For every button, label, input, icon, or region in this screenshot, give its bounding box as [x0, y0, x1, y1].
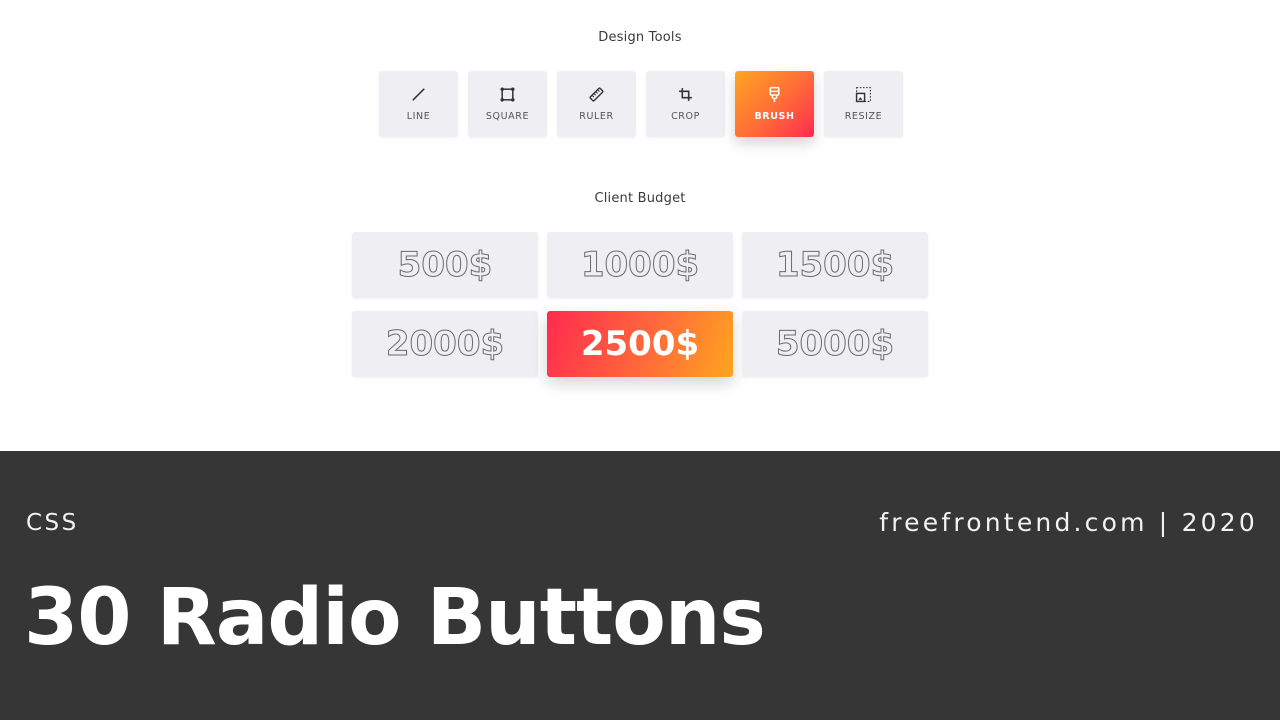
tool-radio-line[interactable]: LINE [379, 71, 458, 137]
site-credit: freefrontend.com | 2020 [879, 508, 1258, 537]
budget-radio-5000[interactable]: 5000$ [742, 311, 928, 377]
tool-radio-resize[interactable]: RESIZE [824, 71, 903, 137]
tool-label: BRUSH [754, 111, 795, 122]
line-icon [412, 88, 425, 101]
tool-radio-square[interactable]: SQUARE [468, 71, 547, 137]
design-tools-title: Design Tools [598, 30, 682, 45]
demo-area: Design Tools LINE SQUARE RULER CROP BRUS… [0, 0, 1280, 451]
budget-value: 1000$ [580, 245, 700, 286]
tool-label: SQUARE [485, 111, 530, 122]
budget-radio-1500[interactable]: 1500$ [742, 232, 928, 298]
resize-icon [855, 87, 871, 103]
headline: 30 Radio Buttons [24, 573, 766, 663]
budget-radio-2000[interactable]: 2000$ [352, 311, 538, 377]
tool-label: RULER [579, 111, 614, 122]
title-banner: CSS freefrontend.com | 2020 30 Radio But… [0, 451, 1280, 720]
budget-value: 2500$ [580, 324, 700, 364]
category-label: CSS [26, 510, 79, 536]
tool-label: RESIZE [844, 111, 883, 122]
client-budget-group: 500$ 1000$ 1500$ 2000$ 2500$ 5000$ [352, 232, 928, 377]
tool-radio-ruler[interactable]: RULER [557, 71, 636, 137]
budget-value: 1500$ [775, 245, 895, 286]
ruler-icon [589, 87, 604, 102]
tool-radio-brush[interactable]: BRUSH [735, 71, 814, 137]
client-budget-title: Client Budget [594, 191, 686, 206]
budget-radio-500[interactable]: 500$ [352, 232, 538, 298]
budget-value: 2000$ [385, 324, 505, 365]
brush-icon [769, 86, 780, 102]
budget-value: 5000$ [775, 324, 895, 365]
tool-label: CROP [671, 111, 700, 122]
budget-value: 500$ [397, 245, 493, 286]
crop-icon [679, 88, 692, 101]
tool-label: LINE [406, 111, 431, 122]
design-tools-group: LINE SQUARE RULER CROP BRUSH RESIZE [379, 71, 903, 137]
square-icon [500, 87, 515, 102]
budget-radio-1000[interactable]: 1000$ [547, 232, 733, 298]
budget-radio-2500[interactable]: 2500$ [547, 311, 733, 377]
tool-radio-crop[interactable]: CROP [646, 71, 725, 137]
